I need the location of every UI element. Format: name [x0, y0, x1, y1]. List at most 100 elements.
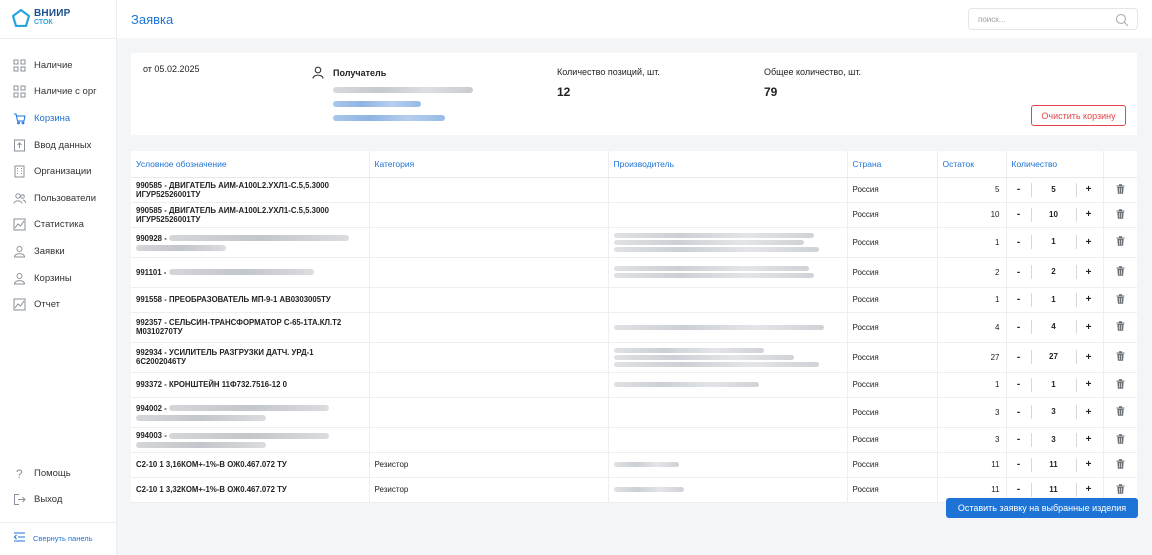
sidebar-item-carts[interactable]: Корзины — [0, 265, 117, 292]
column-header-quantity[interactable]: Количество — [1006, 151, 1104, 178]
cell-designation: 992934 - УСИЛИТЕЛЬ РАЗГРУЗКИ ДАТЧ. УРД-1… — [131, 342, 370, 373]
cell-manufacturer — [608, 342, 848, 373]
increment-button[interactable]: + — [1077, 237, 1101, 248]
increment-button[interactable]: + — [1077, 184, 1101, 195]
sidebar-item-logout[interactable]: Выход — [0, 487, 117, 514]
sidebar-item-report[interactable]: Отчет — [0, 291, 117, 318]
item-code: 992357 — [136, 318, 163, 327]
quantity-value[interactable]: 1 — [1030, 235, 1077, 249]
cell-actions — [1103, 452, 1137, 478]
sidebar-item-statistics[interactable]: Статистика — [0, 212, 117, 239]
quantity-value[interactable]: 11 — [1030, 482, 1077, 497]
table-row: 990585 - ДВИГАТЕЛЬ АИМ-А100L2.УХЛ1-С.5,5… — [131, 202, 1137, 228]
quantity-value[interactable]: 5 — [1030, 182, 1077, 197]
decrement-button[interactable]: - — [1007, 294, 1031, 305]
trash-icon[interactable] — [1116, 483, 1125, 496]
sidebar-item-users[interactable]: Пользователи — [0, 185, 117, 212]
trash-icon[interactable] — [1116, 351, 1125, 363]
cell-designation: 990928 - — [131, 227, 370, 258]
cell-stock: 1 — [937, 287, 1007, 313]
quantity-value[interactable]: 1 — [1030, 292, 1077, 307]
user-icon — [312, 66, 324, 81]
trash-icon[interactable] — [1116, 293, 1125, 306]
logo[interactable]: ВНИИР СТОК — [12, 8, 71, 27]
increment-button[interactable]: + — [1077, 434, 1101, 445]
sidebar-item-requests[interactable]: Заявки — [0, 238, 117, 265]
decrement-button[interactable]: - — [1007, 484, 1031, 495]
column-header-stock[interactable]: Остаток — [937, 151, 1007, 178]
quantity-stepper: -3 + — [1007, 432, 1103, 447]
decrement-button[interactable]: - — [1007, 267, 1031, 278]
clear-cart-button[interactable]: Очистить корзину — [1031, 105, 1126, 126]
trash-icon[interactable] — [1116, 236, 1125, 248]
collapse-panel-button[interactable]: Свернуть панель — [13, 532, 93, 544]
trash-icon[interactable] — [1116, 208, 1125, 221]
search-box — [968, 8, 1138, 30]
decrement-button[interactable]: - — [1007, 184, 1031, 195]
sidebar-item-label: Организации — [34, 166, 92, 178]
sidebar-item-help[interactable]: ? Помощь — [0, 460, 117, 487]
cell-manufacturer — [608, 477, 848, 503]
trash-icon[interactable] — [1116, 321, 1125, 333]
quantity-stepper: -11 + — [1007, 482, 1103, 497]
search-icon[interactable] — [1115, 13, 1129, 29]
search-input[interactable] — [969, 9, 1109, 29]
increment-button[interactable]: + — [1077, 294, 1101, 305]
sidebar-item-organizations[interactable]: Организации — [0, 158, 117, 185]
decrement-button[interactable]: - — [1007, 379, 1031, 390]
cell-actions — [1103, 287, 1137, 313]
upload-icon — [13, 139, 26, 152]
increment-button[interactable]: + — [1077, 267, 1101, 278]
trash-icon[interactable] — [1116, 378, 1125, 391]
increment-button[interactable]: + — [1077, 407, 1101, 418]
increment-button[interactable]: + — [1077, 484, 1101, 495]
sidebar-item-availability-org[interactable]: Наличие с орг — [0, 79, 117, 106]
decrement-button[interactable]: - — [1007, 322, 1031, 333]
cell-category — [369, 427, 609, 453]
column-header-country[interactable]: Страна — [847, 151, 938, 178]
quantity-value[interactable]: 3 — [1030, 432, 1077, 447]
quantity-value[interactable]: 3 — [1030, 405, 1077, 419]
decrement-button[interactable]: - — [1007, 237, 1031, 248]
trash-icon[interactable] — [1116, 183, 1125, 196]
sidebar-divider — [0, 522, 117, 523]
quantity-value[interactable]: 11 — [1030, 457, 1077, 472]
cell-stock: 3 — [937, 427, 1007, 453]
trash-icon[interactable] — [1116, 433, 1125, 446]
decrement-button[interactable]: - — [1007, 459, 1031, 470]
decrement-button[interactable]: - — [1007, 434, 1031, 445]
increment-button[interactable]: + — [1077, 459, 1101, 470]
increment-button[interactable]: + — [1077, 322, 1101, 333]
increment-button[interactable]: + — [1077, 209, 1101, 220]
increment-button[interactable]: + — [1077, 352, 1101, 363]
quantity-value[interactable]: 10 — [1030, 207, 1077, 222]
cell-category: Резистор — [369, 452, 609, 478]
quantity-value[interactable]: 27 — [1030, 350, 1077, 364]
sidebar-item-cart[interactable]: Корзина — [0, 105, 117, 132]
cell-actions — [1103, 177, 1137, 203]
decrement-button[interactable]: - — [1007, 352, 1031, 363]
cell-country: Россия — [847, 427, 938, 453]
decrement-button[interactable]: - — [1007, 209, 1031, 220]
cell-stock: 3 — [937, 397, 1007, 428]
trash-icon[interactable] — [1116, 458, 1125, 471]
decrement-button[interactable]: - — [1007, 407, 1031, 418]
cell-manufacturer — [608, 427, 848, 453]
column-header-designation[interactable]: Условное обозначение — [131, 151, 370, 178]
trash-icon[interactable] — [1116, 266, 1125, 278]
cell-country: Россия — [847, 397, 938, 428]
column-header-category[interactable]: Категория — [369, 151, 609, 178]
trash-icon[interactable] — [1116, 406, 1125, 418]
item-name-redacted — [136, 244, 226, 251]
quantity-value[interactable]: 2 — [1030, 265, 1077, 279]
sidebar-item-availability[interactable]: Наличие — [0, 52, 117, 79]
column-header-manufacturer[interactable]: Производитель — [608, 151, 848, 178]
submit-request-button[interactable]: Оставить заявку на выбранные изделия — [946, 498, 1138, 518]
cell-country: Россия — [847, 202, 938, 228]
cell-category — [369, 287, 609, 313]
logout-icon — [13, 493, 26, 506]
quantity-value[interactable]: 1 — [1030, 377, 1077, 392]
sidebar-item-data-entry[interactable]: Ввод данных — [0, 132, 117, 159]
increment-button[interactable]: + — [1077, 379, 1101, 390]
quantity-value[interactable]: 4 — [1030, 320, 1077, 334]
